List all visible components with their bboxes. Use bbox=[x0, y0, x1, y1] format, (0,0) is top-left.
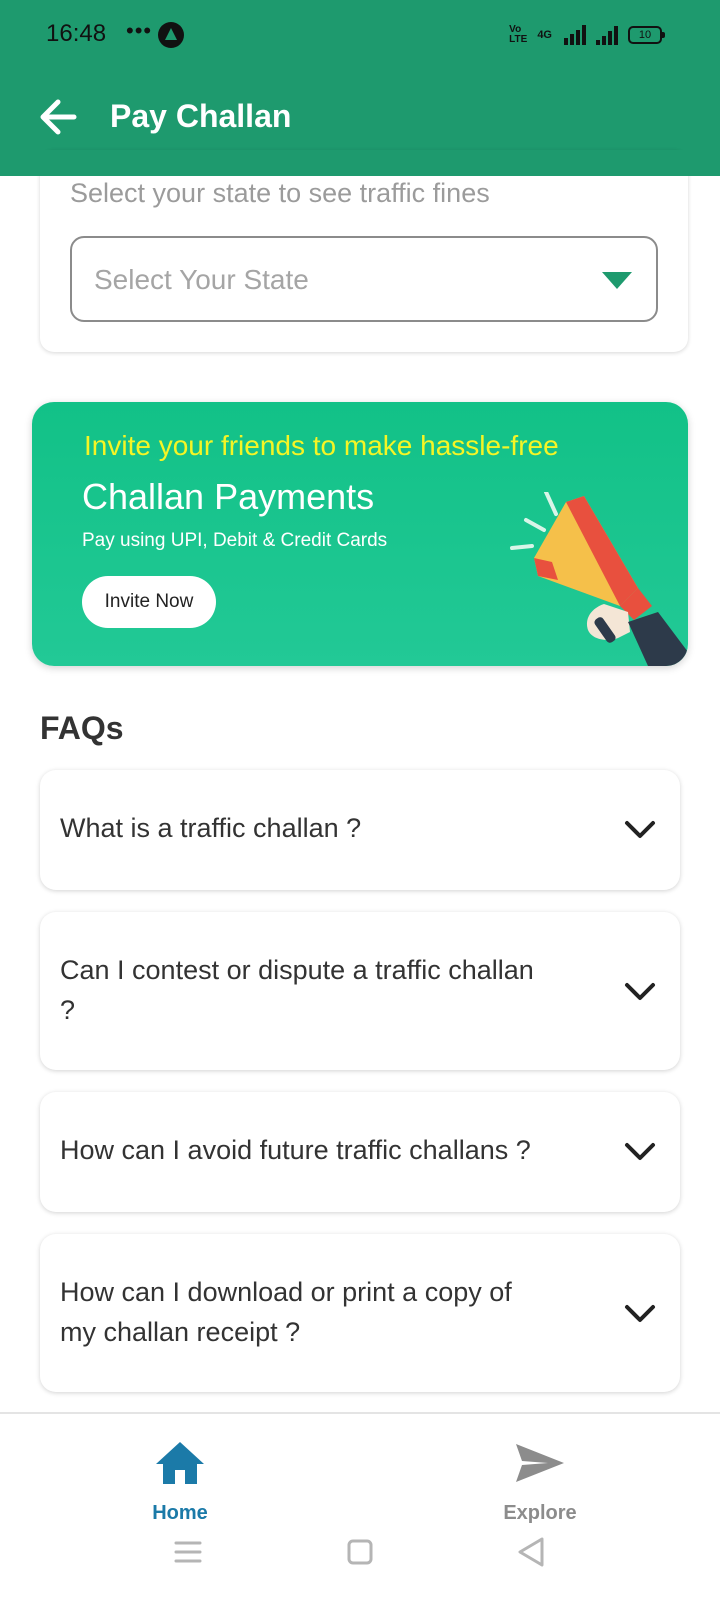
faq-item[interactable]: How can I avoid future traffic challans … bbox=[40, 1092, 680, 1212]
signal-icon bbox=[564, 25, 586, 45]
status-indicators: Vo LTE 4G 10 bbox=[509, 24, 665, 46]
network-type: 4G bbox=[537, 29, 552, 41]
state-hint-text: Select your state to see traffic fines bbox=[70, 178, 490, 208]
dropdown-caret-icon bbox=[602, 272, 632, 289]
header-overlap bbox=[0, 150, 720, 176]
send-icon bbox=[516, 1444, 564, 1482]
status-bar: 16:48 ••• Vo LTE 4G 10 bbox=[0, 0, 720, 72]
promo-title: Challan Payments bbox=[82, 476, 375, 517]
nav-home[interactable]: Home bbox=[110, 1432, 250, 1532]
faq-item[interactable]: What is a traffic challan ? bbox=[40, 770, 680, 890]
status-time: 16:48 bbox=[46, 20, 107, 47]
promo-subtitle: Pay using UPI, Debit & Credit Cards bbox=[82, 530, 388, 551]
status-more-dots: ••• bbox=[126, 18, 153, 43]
menu-icon[interactable] bbox=[168, 1532, 208, 1572]
signal-icon-2 bbox=[596, 25, 618, 45]
promo-headline: Invite your friends to make hassle-free bbox=[84, 430, 559, 461]
nav-explore[interactable]: Explore bbox=[470, 1432, 610, 1532]
back-triangle-icon[interactable] bbox=[512, 1532, 552, 1572]
state-dropdown[interactable]: Select Your State bbox=[70, 236, 658, 322]
chevron-down-icon bbox=[625, 1305, 655, 1322]
system-navigation-bar bbox=[0, 1520, 720, 1590]
volte-icon: Vo LTE bbox=[509, 25, 527, 45]
faq-question: How can I download or print a copy of my… bbox=[60, 1277, 512, 1347]
volte-line2: LTE bbox=[509, 34, 528, 45]
faq-question: How can I avoid future traffic challans … bbox=[60, 1135, 531, 1165]
faq-item[interactable]: Can I contest or dispute a traffic chall… bbox=[40, 912, 680, 1070]
faqs-heading: FAQs bbox=[40, 710, 124, 746]
back-button[interactable] bbox=[34, 92, 84, 142]
home-square-icon[interactable] bbox=[340, 1532, 380, 1572]
notification-app-icon bbox=[158, 22, 184, 48]
battery-icon: 10 bbox=[628, 26, 665, 44]
chevron-down-icon bbox=[625, 1143, 655, 1160]
state-dropdown-placeholder: Select Your State bbox=[94, 264, 309, 295]
faq-question: What is a traffic challan ? bbox=[60, 813, 362, 843]
battery-level: 10 bbox=[638, 29, 652, 41]
faq-item[interactable]: How can I download or print a copy of my… bbox=[40, 1234, 680, 1392]
home-icon bbox=[156, 1442, 204, 1484]
megaphone-icon bbox=[510, 492, 688, 666]
invite-now-button[interactable]: Invite Now bbox=[82, 576, 216, 628]
chevron-down-icon bbox=[625, 821, 655, 838]
page-title: Pay Challan bbox=[110, 98, 292, 134]
chevron-down-icon bbox=[625, 983, 655, 1000]
faq-question: Can I contest or dispute a traffic chall… bbox=[60, 955, 534, 1025]
invite-promo-banner: Invite your friends to make hassle-free … bbox=[32, 402, 688, 666]
arrow-left-icon bbox=[40, 99, 77, 135]
